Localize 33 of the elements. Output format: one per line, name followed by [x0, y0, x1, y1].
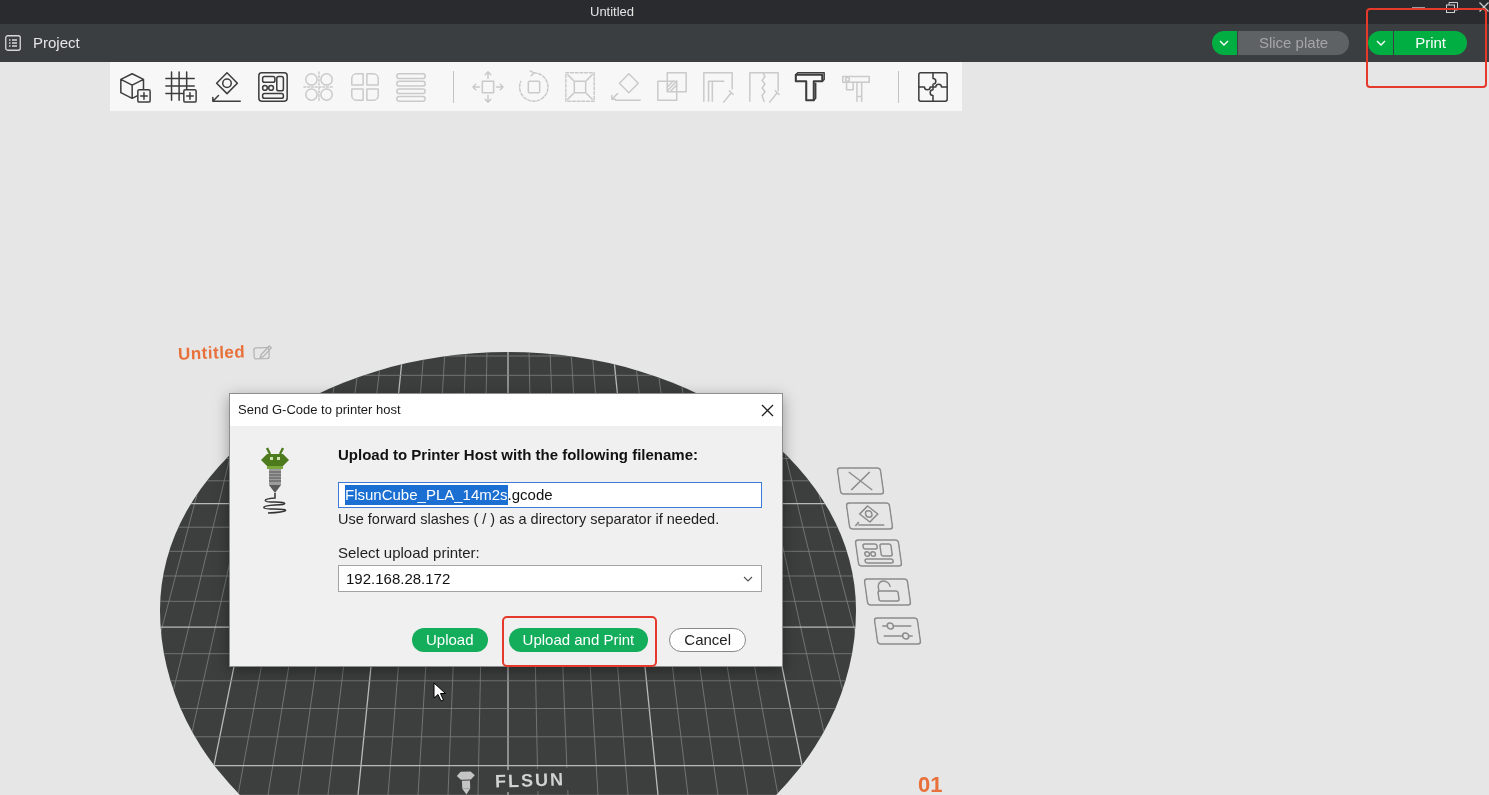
puzzle-icon[interactable]	[916, 69, 950, 104]
field-label: Select upload printer:	[338, 544, 481, 562]
chevron-down-icon	[743, 575, 753, 582]
nozzle-logo-icon	[454, 769, 478, 795]
printer-select[interactable]: 192.168.28.172	[338, 565, 762, 592]
dropdown-button[interactable]	[1211, 31, 1237, 55]
sliders-icon[interactable]	[873, 617, 922, 645]
diamond-box-icon[interactable]	[845, 502, 894, 530]
dialog-title: Send G-Code to printer host	[238, 402, 401, 418]
project-menu[interactable]: Project	[5, 34, 80, 52]
list-icon	[5, 35, 21, 51]
mouse-pointer-icon	[433, 682, 447, 702]
padlock-icon[interactable]	[863, 578, 912, 606]
dialog-heading: Upload to Printer Host with the following filename:	[338, 446, 699, 464]
minimize-icon[interactable]	[1412, 7, 1425, 9]
layout-box-icon[interactable]	[854, 539, 903, 567]
t-shape-icon[interactable]	[793, 69, 827, 104]
plate-number: 01	[918, 775, 943, 795]
filename-field[interactable]: FlsunCube_PLA_14m2s.gcode	[338, 482, 762, 508]
chevron-down-icon	[1375, 40, 1386, 46]
plate-name: Untitled	[177, 342, 246, 365]
layout-panel-icon[interactable]	[256, 69, 290, 104]
x-box-icon[interactable]	[836, 467, 885, 495]
chevron-down-icon	[1219, 40, 1230, 46]
hint-text: Use forward slashes ( / ) as a directory separator if needed.	[338, 510, 721, 528]
dropdown-button[interactable]	[1368, 31, 1394, 55]
dialog-button[interactable]: Cancel	[669, 628, 746, 652]
edit-icon[interactable]	[253, 343, 274, 360]
restore-icon[interactable]	[1446, 2, 1458, 13]
grid-plus-icon[interactable]	[164, 69, 198, 104]
close-icon[interactable]	[761, 403, 774, 417]
window-title: Untitled	[590, 4, 635, 20]
diamond-icon[interactable]	[210, 69, 244, 104]
